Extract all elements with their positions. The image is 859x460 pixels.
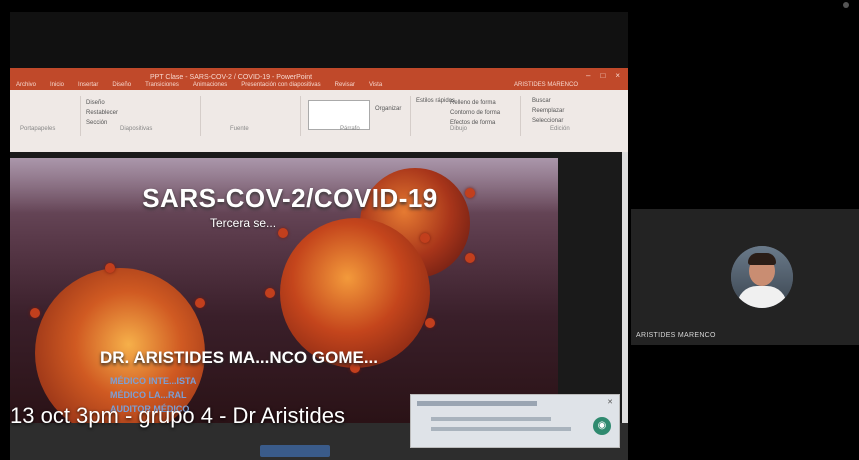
avatar-hair xyxy=(748,253,776,265)
shape-gallery[interactable] xyxy=(308,100,370,130)
virus-spike xyxy=(265,288,275,298)
status-dot xyxy=(843,2,849,8)
group-label: Portapapeles xyxy=(20,126,56,132)
shared-screen: PPT Clase - SARS-COV-2 / COVID-19 - Powe… xyxy=(10,12,628,460)
tab-insertar[interactable]: Insertar xyxy=(78,82,98,88)
record-icon[interactable]: ◉ xyxy=(593,417,611,435)
select-button[interactable]: Seleccionar xyxy=(532,118,563,124)
virus-illustration xyxy=(280,218,430,368)
notification-text xyxy=(431,417,551,421)
ribbon-group-paragraph: Organizar Párrafo xyxy=(300,96,411,136)
section-button[interactable]: Sección xyxy=(86,120,107,126)
tab-diseno[interactable]: Diseño xyxy=(112,82,131,88)
virus-spike xyxy=(195,298,205,308)
slide-canvas[interactable]: SARS-COV-2/COVID-19 Tercera se... DR. AR… xyxy=(10,158,558,423)
layout-button[interactable]: Diseño xyxy=(86,100,105,106)
group-label: Edición xyxy=(550,126,570,132)
tab-revisar[interactable]: Revisar xyxy=(335,82,355,88)
group-label: Diapositivas xyxy=(120,126,153,132)
group-label: Párrafo xyxy=(340,126,360,132)
tab-inicio[interactable]: Inicio xyxy=(50,82,64,88)
menu-tabs: Archivo Inicio Insertar Diseño Transicio… xyxy=(16,82,382,88)
vertical-scrollbar[interactable] xyxy=(622,152,628,423)
virus-spike xyxy=(465,253,475,263)
virus-spike xyxy=(420,233,430,243)
tab-archivo[interactable]: Archivo xyxy=(16,82,36,88)
slide-title: SARS-COV-2/COVID-19 xyxy=(142,183,438,213)
ribbon-group-slides: Diseño Restablecer Sección Diapositivas xyxy=(80,96,201,136)
notification-title xyxy=(417,401,537,406)
shape-outline-button[interactable]: Contorno de forma xyxy=(450,110,500,116)
tab-transiciones[interactable]: Transiciones xyxy=(145,82,179,88)
avatar-icon xyxy=(731,246,793,308)
ribbon: Portapapeles Diseño Restablecer Sección … xyxy=(10,90,628,152)
replace-button[interactable]: Reemplazar xyxy=(532,108,564,114)
tab-animaciones[interactable]: Animaciones xyxy=(193,82,227,88)
notification-text xyxy=(431,427,571,431)
maximize-icon[interactable]: □ xyxy=(600,71,605,80)
recording-notification[interactable]: ✕ ◉ xyxy=(410,394,620,448)
video-caption: 13 oct 3pm - grupo 4 - Dr Aristides xyxy=(10,403,346,428)
arrange-button[interactable]: Organizar xyxy=(375,106,401,112)
close-icon[interactable]: × xyxy=(615,71,620,80)
slide-role: MÉDICO LA...RAL xyxy=(110,390,187,400)
group-label: Fuente xyxy=(230,126,249,132)
ribbon-group-clipboard: Portapapeles xyxy=(10,96,81,136)
find-button[interactable]: Buscar xyxy=(532,98,551,104)
virus-spike xyxy=(30,308,40,318)
virus-spike xyxy=(425,318,435,328)
window-controls: – □ × xyxy=(586,71,620,80)
document-title: PPT Clase - SARS-COV-2 / COVID-19 - Powe… xyxy=(150,74,313,81)
group-label: Dibujo xyxy=(450,126,468,132)
ribbon-group-font: Fuente xyxy=(200,96,301,136)
virus-spike xyxy=(278,228,288,238)
ribbon-group-editing: Buscar Reemplazar Seleccionar Edición xyxy=(520,96,620,136)
minimize-icon[interactable]: – xyxy=(586,71,590,80)
taskbar-button[interactable] xyxy=(260,445,330,457)
slide-role: MÉDICO INTE...ISTA xyxy=(110,376,197,386)
ribbon-group-drawing: Estilos rápidos Relleno de forma Contorn… xyxy=(410,96,521,136)
participant-tile[interactable]: ARISTIDES MARENCO xyxy=(631,209,859,345)
tab-presentacion[interactable]: Presentación con diapositivas xyxy=(241,82,320,88)
close-icon[interactable]: ✕ xyxy=(607,398,613,406)
reset-button[interactable]: Restablecer xyxy=(86,110,118,116)
participant-name: ARISTIDES MARENCO xyxy=(636,332,716,339)
tab-vista[interactable]: Vista xyxy=(369,82,382,88)
shape-fill-button[interactable]: Relleno de forma xyxy=(450,100,496,106)
user-name[interactable]: ARISTIDES MARENCO xyxy=(514,82,578,88)
slide-subtitle: Tercera se... xyxy=(210,216,277,230)
virus-spike xyxy=(105,263,115,273)
screen-top-area xyxy=(10,12,628,68)
powerpoint-titlebar: PPT Clase - SARS-COV-2 / COVID-19 - Powe… xyxy=(10,68,628,90)
slide-author: DR. ARISTIDES MA...NCO GOME... xyxy=(100,348,378,367)
